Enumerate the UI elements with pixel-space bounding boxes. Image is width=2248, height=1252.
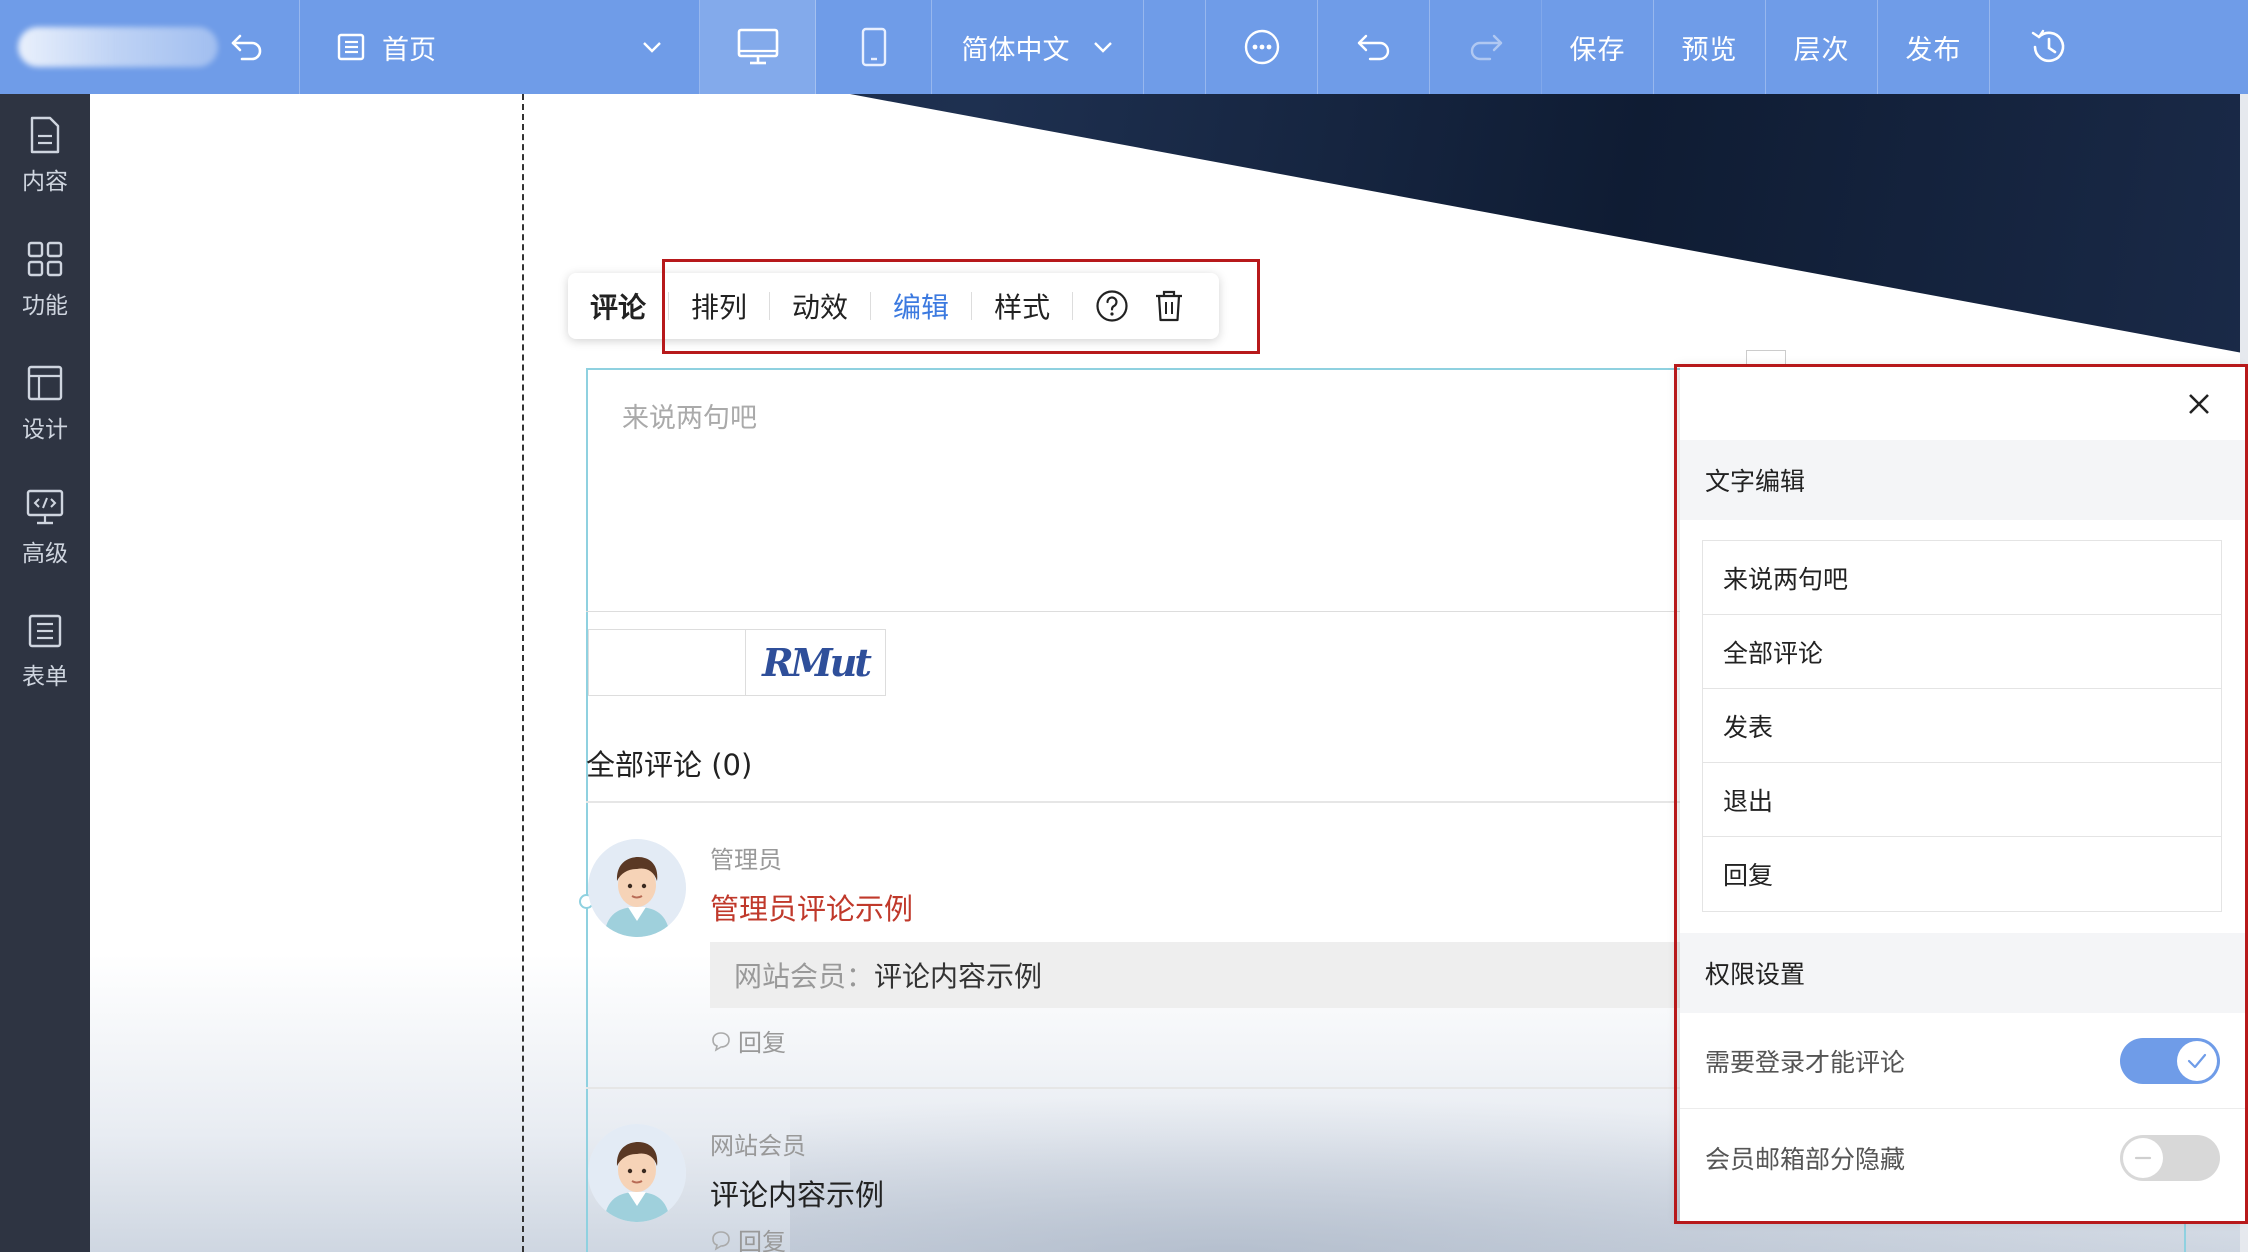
back-icon[interactable]	[230, 32, 264, 62]
code-monitor-icon	[25, 488, 65, 526]
sidebar-item-function[interactable]: 功能	[0, 218, 90, 342]
redo-button[interactable]	[1430, 0, 1542, 94]
sidebar-item-label: 功能	[22, 293, 68, 319]
comment-bubble-icon	[710, 1030, 732, 1052]
reply-label: 回复	[738, 1029, 786, 1057]
layout-icon	[26, 364, 64, 402]
history-icon	[2029, 27, 2069, 67]
page-icon	[336, 32, 366, 62]
chevron-down-icon	[1092, 40, 1114, 54]
mobile-icon	[860, 27, 888, 67]
undo-button[interactable]	[1318, 0, 1430, 94]
grid-icon	[26, 240, 64, 278]
history-button[interactable]	[1990, 0, 2108, 94]
comment-content: 评论内容示例	[710, 1178, 885, 1212]
language-selector[interactable]: 简体中文	[932, 0, 1144, 94]
more-icon	[1243, 28, 1281, 66]
comment-quote: 网站会员： 评论内容示例	[710, 942, 1686, 1008]
quote-text: 评论内容示例	[874, 960, 1043, 993]
comment-input[interactable]: 来说两句吧	[586, 368, 1686, 612]
comment-placeholder: 来说两句吧	[622, 403, 757, 434]
module-title: 评论	[590, 291, 647, 324]
highlight-box-toolbar	[662, 259, 1260, 354]
reply-label: 回复	[738, 1228, 786, 1252]
quote-author: 网站会员：	[734, 960, 875, 993]
list-icon	[27, 613, 63, 649]
sidebar-item-label: 内容	[22, 169, 68, 195]
reply-button[interactable]: 回复	[710, 1222, 786, 1252]
sidebar-item-label: 设计	[22, 417, 68, 443]
comment-content: 管理员评论示例	[710, 892, 914, 926]
layout-guide-line	[522, 94, 524, 1252]
comment-author: 网站会员	[710, 1132, 806, 1160]
desktop-view-button[interactable]	[700, 0, 816, 94]
comment-author: 管理员	[710, 846, 782, 874]
chevron-down-icon	[641, 40, 663, 54]
captcha-image[interactable]: RMut	[745, 629, 886, 696]
divider	[586, 1087, 1686, 1089]
redo-icon	[1468, 33, 1504, 61]
layers-button[interactable]: 层次	[1766, 0, 1878, 94]
logo-area	[0, 0, 300, 94]
reply-button[interactable]: 回复	[710, 1023, 786, 1058]
left-sidebar: 内容 功能 设计 高级 表单	[0, 94, 90, 1252]
save-button[interactable]: 保存	[1542, 0, 1654, 94]
desktop-icon	[737, 28, 779, 66]
captcha-text: RMut	[762, 640, 872, 685]
divider	[586, 801, 1686, 803]
undo-icon	[1356, 33, 1392, 61]
language-label: 简体中文	[961, 34, 1070, 66]
sidebar-item-label: 表单	[22, 664, 68, 690]
captcha-input[interactable]	[588, 629, 746, 696]
sidebar-item-label: 高级	[22, 541, 68, 567]
all-comments-title: 全部评论 (0)	[586, 748, 753, 782]
highlight-box-panel	[1674, 364, 2248, 1224]
toolbar-spacer	[1144, 0, 1206, 94]
avatar	[588, 1124, 686, 1222]
page-selector[interactable]: 首页	[300, 0, 700, 94]
comment-bubble-icon	[710, 1229, 732, 1251]
mobile-view-button[interactable]	[816, 0, 932, 94]
more-button[interactable]	[1206, 0, 1318, 94]
sidebar-item-form[interactable]: 表单	[0, 590, 90, 714]
sidebar-item-content[interactable]: 内容	[0, 94, 90, 218]
publish-button[interactable]: 发布	[1878, 0, 1990, 94]
sidebar-item-advanced[interactable]: 高级	[0, 466, 90, 590]
top-toolbar: 首页 简体中文 保存 预览 层次 发布	[0, 0, 2248, 94]
preview-button[interactable]: 预览	[1654, 0, 1766, 94]
file-icon	[28, 116, 62, 154]
avatar	[588, 839, 686, 937]
site-logo	[18, 27, 218, 67]
sidebar-item-design[interactable]: 设计	[0, 342, 90, 466]
page-label: 首页	[382, 34, 436, 66]
